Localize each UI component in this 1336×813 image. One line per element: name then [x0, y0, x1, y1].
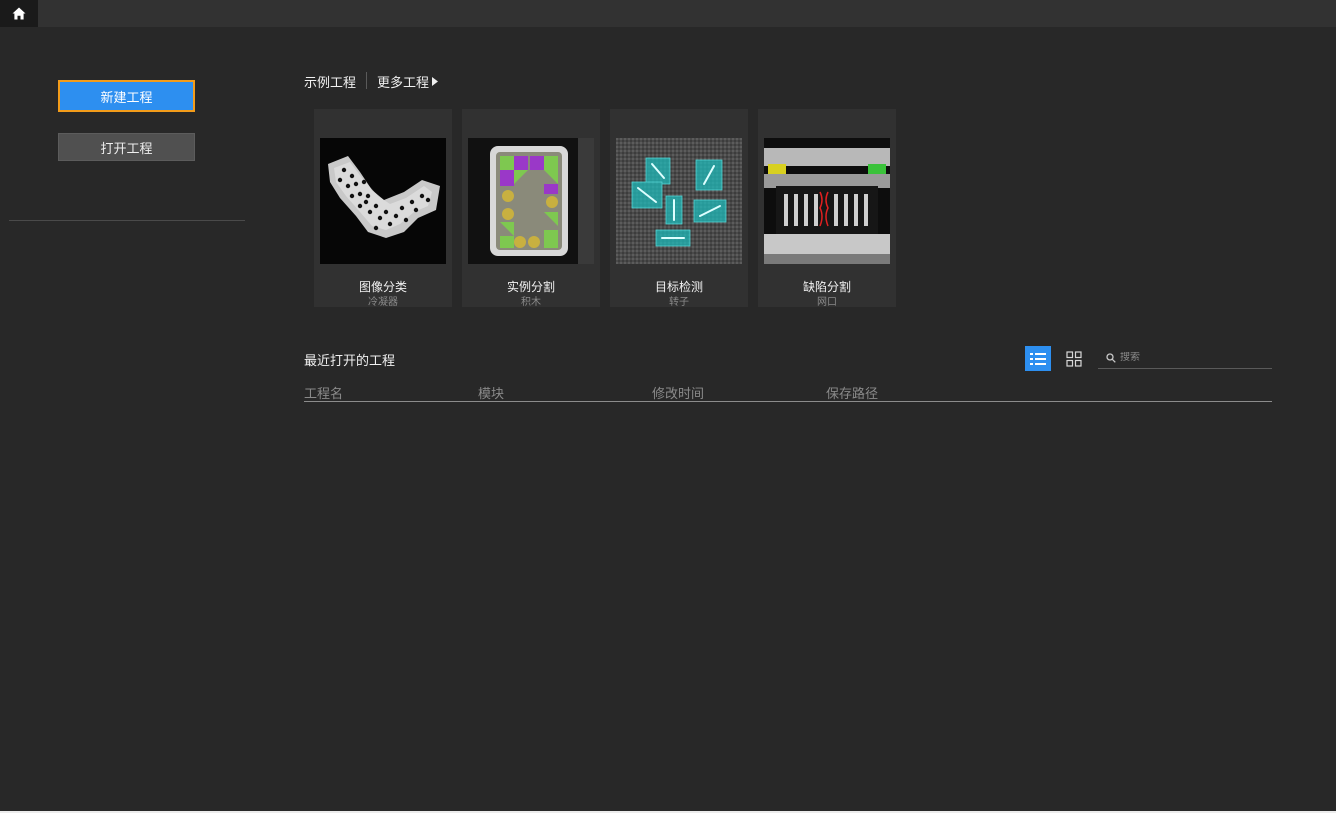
- open-project-button[interactable]: 打开工程: [58, 133, 195, 161]
- example-card-image-classification[interactable]: 图像分类 冷凝器: [314, 109, 452, 308]
- top-bar: [0, 0, 1336, 27]
- card-thumbnail: [468, 138, 594, 264]
- column-header-save-path[interactable]: 保存路径: [826, 383, 878, 402]
- search-input[interactable]: [1120, 352, 1270, 363]
- more-projects-link[interactable]: 更多工程: [377, 72, 439, 91]
- card-subtitle: 积木: [521, 297, 541, 308]
- example-card-object-detection[interactable]: 目标检测 转子: [610, 109, 748, 308]
- card-subtitle: 网口: [817, 297, 837, 308]
- tab-strip: [38, 0, 1336, 27]
- more-projects-label: 更多工程: [377, 76, 430, 91]
- new-project-button[interactable]: 新建工程: [58, 80, 195, 112]
- examples-title: 示例工程: [304, 76, 357, 91]
- card-subtitle: 冷凝器: [368, 297, 398, 308]
- recent-projects-table-header: 工程名 模块 修改时间 保存路径: [304, 382, 1272, 402]
- card-thumbnail: [616, 138, 742, 264]
- home-tab[interactable]: [0, 0, 38, 27]
- card-thumbnail: [320, 138, 446, 264]
- search-box: [1098, 347, 1272, 369]
- recent-projects-title: 最近打开的工程: [304, 354, 396, 369]
- sidebar-divider: [9, 220, 245, 221]
- list-view-button[interactable]: [1025, 346, 1051, 371]
- column-header-module[interactable]: 模块: [478, 383, 504, 402]
- column-header-modified-time[interactable]: 修改时间: [652, 383, 704, 402]
- card-subtitle: 转子: [669, 297, 689, 308]
- example-card-instance-segmentation[interactable]: 实例分割 积木: [462, 109, 600, 308]
- home-icon: [12, 7, 26, 20]
- grid-view-button[interactable]: [1063, 346, 1085, 371]
- caret-right-icon: [432, 77, 439, 86]
- card-thumbnail: [764, 138, 890, 264]
- search-icon: [1106, 352, 1116, 363]
- column-header-project-name[interactable]: 工程名: [304, 383, 343, 402]
- example-card-defect-segmentation[interactable]: 缺陷分割 网口: [758, 109, 896, 308]
- grid-view-icon: [1066, 350, 1082, 367]
- list-view-icon: [1030, 352, 1046, 365]
- examples-separator: [366, 72, 367, 89]
